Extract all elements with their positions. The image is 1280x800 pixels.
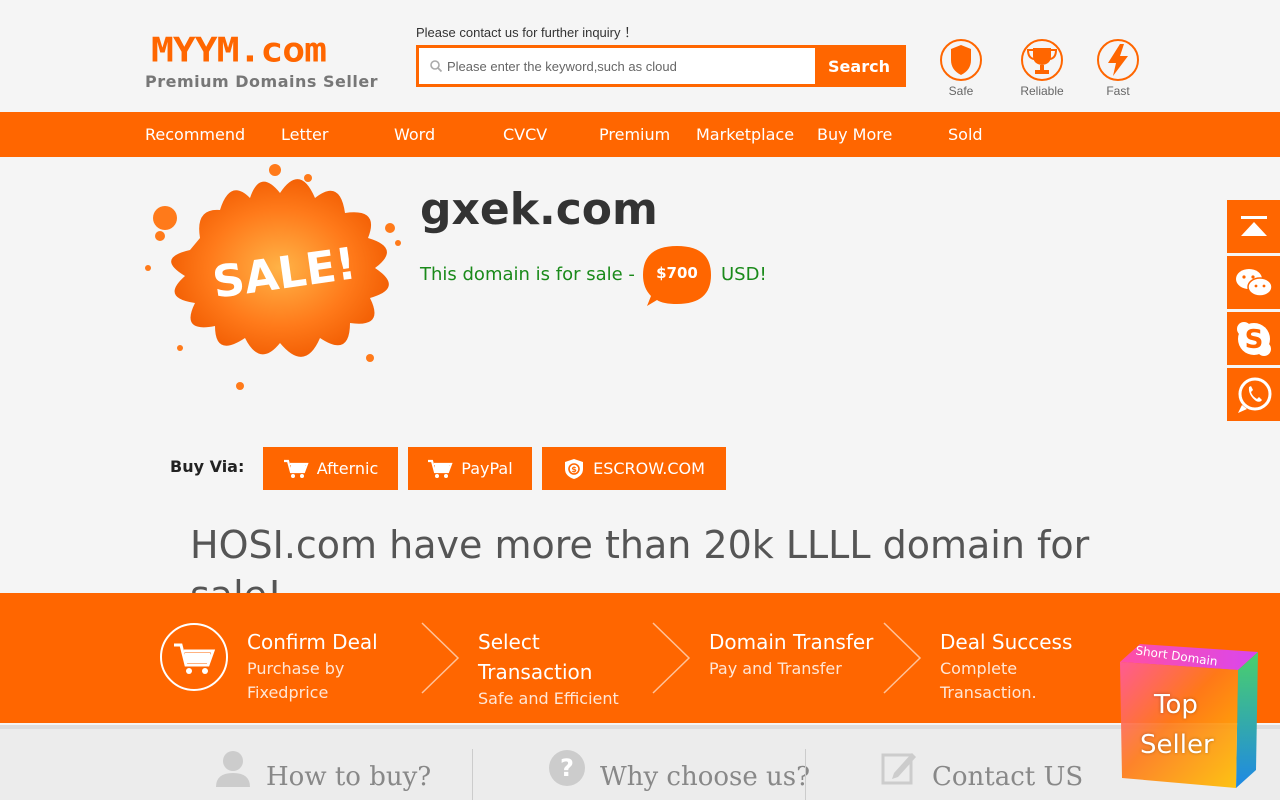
shield-icon: [940, 39, 982, 81]
step-3-title: Domain Transfer: [709, 630, 874, 654]
for-sale-text: This domain is for sale -: [420, 264, 635, 285]
tab-why-choose-us[interactable]: ? Why choose us?: [548, 749, 810, 800]
nav-letter[interactable]: Letter: [281, 112, 328, 157]
step-4-title: Deal Success: [940, 630, 1073, 654]
tab-how-to-buy[interactable]: How to buy?: [214, 749, 431, 800]
step-4-subtitle: Complete Transaction.: [940, 659, 1037, 702]
step-3-subtitle: Pay and Transfer: [709, 659, 842, 678]
lightning-icon: [1097, 39, 1139, 81]
inquiry-text: Please contact us for further inquiry ！: [416, 25, 638, 40]
skype-button[interactable]: S: [1227, 312, 1280, 365]
step-1-subtitle: Purchase by Fixedprice: [247, 659, 345, 702]
buy-afternic-button[interactable]: Afternic: [263, 447, 398, 490]
buy-afternic-label: Afternic: [316, 459, 379, 478]
back-to-top-icon: [1240, 215, 1267, 236]
chevron-right-icon: [883, 622, 922, 694]
bottom-tabs: How to buy? ? Why choose us? Contact US: [0, 725, 1280, 800]
tab-how-to-buy-label: How to buy?: [266, 762, 432, 792]
search-bar: Search: [416, 45, 906, 87]
logo-main: MYYM.com: [151, 30, 327, 70]
nav-sold[interactable]: Sold: [948, 112, 983, 157]
tab-divider: [472, 749, 473, 800]
sale-splash-graphic: SALE!: [145, 164, 401, 390]
badge-fast-label: Fast: [1106, 84, 1130, 98]
nav-word[interactable]: Word: [394, 112, 435, 157]
badge-safe-label: Safe: [948, 84, 974, 98]
badge-reliable-label: Reliable: [1020, 84, 1064, 98]
cube-line-1: Top: [1154, 690, 1198, 720]
logo-tagline: Premium Domains Seller: [145, 72, 379, 91]
step-2-title: Select Transaction: [478, 630, 593, 684]
domain-name: gxek.com: [420, 184, 658, 235]
top-seller-cube[interactable]: Short Domain Top Seller: [1120, 642, 1260, 790]
wechat-button[interactable]: [1227, 256, 1280, 309]
search-input[interactable]: [447, 48, 813, 84]
buy-escrow-button[interactable]: $ ESCROW.COM: [542, 447, 726, 490]
badge-fast: Fast: [1088, 38, 1148, 98]
cart-icon: [428, 459, 453, 478]
whatsapp-icon: [1237, 377, 1271, 413]
site-logo[interactable]: MYYM.com Premium Domains Seller: [145, 30, 385, 94]
buy-escrow-label: ESCROW.COM: [593, 459, 705, 478]
step-2-subtitle: Safe and Efficient: [478, 689, 619, 708]
search-icon: [430, 60, 443, 73]
buy-paypal-button[interactable]: PayPal: [408, 447, 532, 490]
user-icon: [216, 751, 250, 787]
buy-via-label: Buy Via:: [170, 457, 245, 476]
price-value: $700: [656, 264, 698, 282]
svg-text:$: $: [571, 465, 577, 474]
price-currency: USD!: [721, 264, 767, 285]
nav-cvcv[interactable]: CVCV: [503, 112, 547, 157]
search-button[interactable]: Search: [815, 48, 903, 84]
cart-icon: [283, 459, 309, 478]
deal-steps-band: Confirm Deal Purchase by Fixedprice Sele…: [0, 593, 1280, 723]
badge-reliable: Reliable: [1012, 38, 1072, 98]
nav-premium[interactable]: Premium: [599, 112, 670, 157]
chevron-right-icon: [421, 622, 460, 694]
cart-icon: [174, 643, 216, 674]
cube-line-2: Seller: [1140, 730, 1214, 760]
skype-icon: S: [1236, 321, 1271, 356]
tab-divider: [805, 749, 806, 800]
tab-contact-us-label: Contact US: [932, 762, 1084, 792]
badge-safe: Safe: [931, 38, 991, 98]
promo-text: HOSI.com have more than 20k LLLL domain …: [190, 523, 1090, 593]
buy-paypal-label: PayPal: [461, 459, 513, 478]
tab-why-choose-us-label: Why choose us?: [600, 762, 811, 792]
wechat-icon: [1235, 268, 1273, 297]
main-nav: Recommend Letter Word CVCV Premium Marke…: [0, 112, 1280, 157]
edit-icon: [881, 753, 916, 785]
nav-buy-more[interactable]: Buy More: [817, 112, 892, 157]
svg-text:S: S: [1244, 325, 1263, 355]
svg-text:?: ?: [560, 754, 574, 782]
back-to-top-button[interactable]: [1227, 200, 1280, 253]
chevron-right-icon: [652, 622, 691, 694]
escrow-shield-icon: $: [565, 458, 584, 479]
step-1-title: Confirm Deal: [247, 630, 378, 654]
header: MYYM.com Premium Domains Seller Please c…: [0, 0, 1280, 112]
tab-contact-us[interactable]: Contact US: [880, 749, 1083, 800]
trophy-icon: [1021, 39, 1063, 81]
nav-marketplace[interactable]: Marketplace: [696, 112, 794, 157]
question-icon: ?: [549, 750, 585, 786]
step-cart-circle: [160, 623, 228, 691]
whatsapp-button[interactable]: [1227, 368, 1280, 421]
nav-recommend[interactable]: Recommend: [145, 112, 245, 157]
